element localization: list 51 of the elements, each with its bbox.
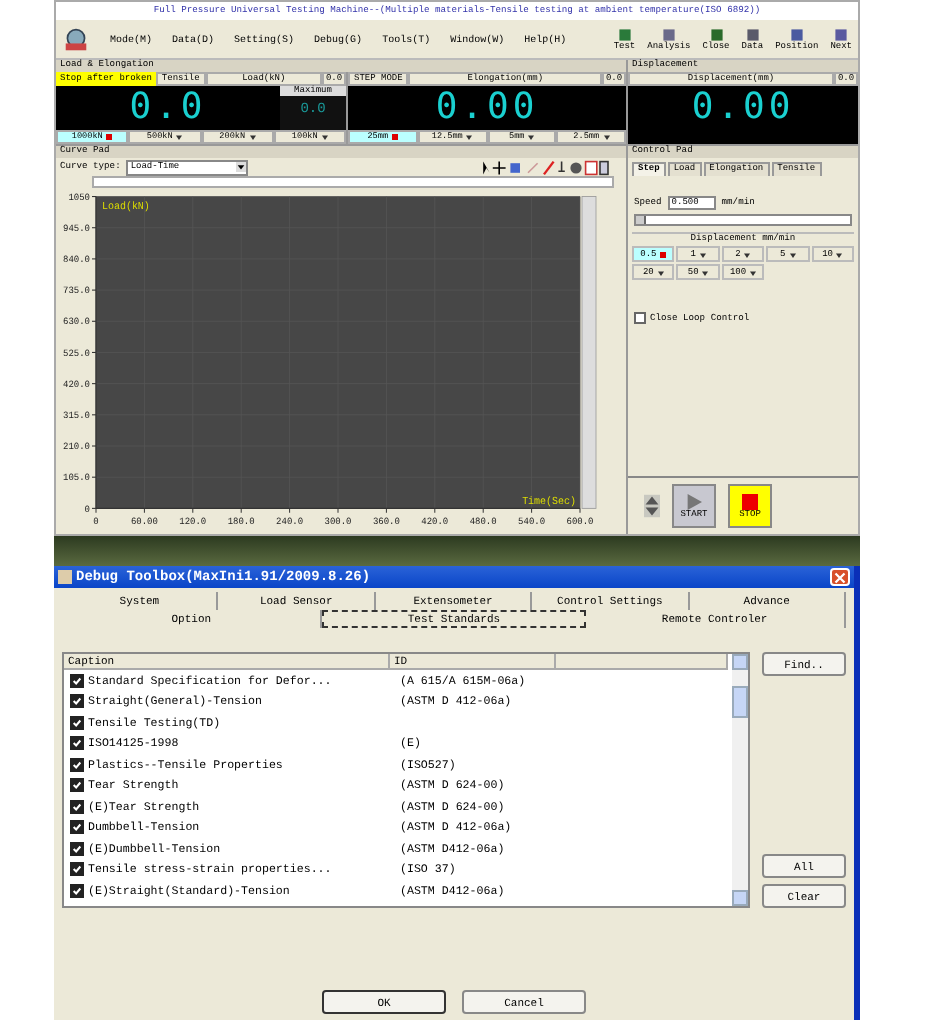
checkbox[interactable]: [634, 312, 646, 324]
triangle-icon: [528, 134, 535, 140]
square-icon: [392, 134, 399, 140]
speed-slider[interactable]: [634, 214, 852, 226]
checkbox[interactable]: [70, 778, 84, 793]
triangle-icon: [750, 269, 757, 275]
square-icon: [106, 134, 113, 140]
triangle-icon: [603, 134, 610, 140]
checkbox[interactable]: [70, 841, 84, 856]
triangle-icon: [657, 269, 664, 275]
checkbox[interactable]: [70, 694, 84, 709]
checkbox[interactable]: [70, 736, 84, 751]
scroll-bar[interactable]: [581, 196, 597, 509]
checkbox[interactable]: [70, 757, 84, 772]
scroll-bar[interactable]: [92, 176, 614, 188]
triangle-icon: [789, 251, 796, 257]
load-display: 0.0: [56, 86, 280, 130]
triangle-icon: [744, 251, 751, 257]
triangle-icon: [836, 251, 843, 257]
toolbar-icon: [834, 27, 849, 41]
checkbox[interactable]: [70, 715, 84, 730]
triangle-icon: [466, 134, 473, 140]
toolbar-icon: [617, 27, 632, 41]
checkbox[interactable]: [70, 820, 84, 835]
scroll-bar[interactable]: [732, 654, 748, 906]
checkbox[interactable]: [70, 673, 84, 688]
play-icon: [686, 493, 702, 509]
triangle-icon: [249, 134, 256, 140]
scroll-thumb[interactable]: [732, 686, 748, 718]
close-button[interactable]: [830, 568, 850, 586]
checkbox[interactable]: [70, 799, 84, 814]
app-icon: [58, 570, 72, 584]
caret-icon: [236, 162, 247, 172]
toolbar-icon: [745, 27, 760, 41]
stop-icon: [742, 493, 758, 509]
square-icon: [660, 251, 667, 257]
toolbar-icon: [789, 27, 804, 41]
toolbar-icon: [661, 27, 676, 41]
checkbox[interactable]: [70, 862, 84, 877]
toolbar-icon: [709, 27, 723, 41]
slider-thumb[interactable]: [636, 216, 646, 224]
close-icon: [834, 571, 846, 583]
triangle-icon: [699, 251, 706, 257]
elongation-display: 0.00: [348, 86, 626, 130]
triangle-icon: [176, 134, 183, 140]
triangle-icon: [702, 269, 709, 275]
up-down-icon[interactable]: [644, 494, 660, 518]
app-logo-icon: [62, 27, 90, 51]
triangle-icon: [321, 134, 328, 140]
checkbox[interactable]: [70, 883, 84, 898]
displacement-display: 0.00: [628, 86, 858, 144]
